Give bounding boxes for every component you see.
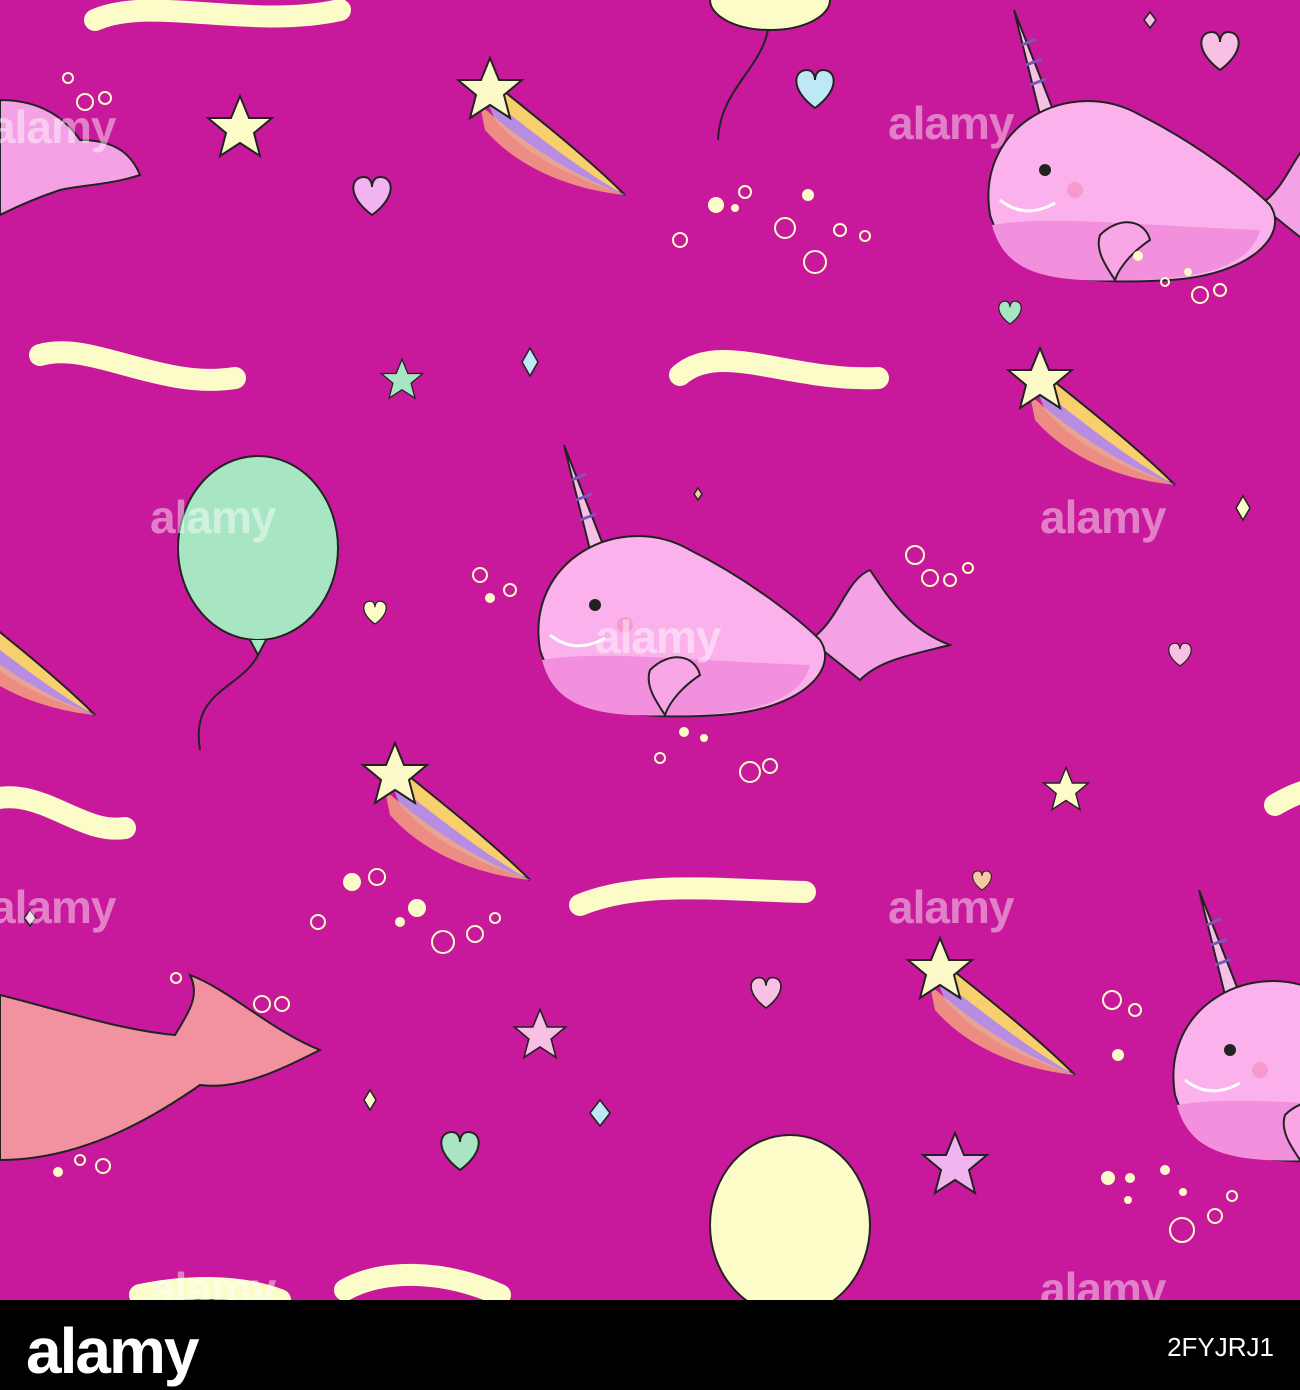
- stock-footer-bar: alamy 2FYJRJ1: [0, 1300, 1300, 1390]
- image-id: 2FYJRJ1: [1167, 1332, 1274, 1362]
- pattern-canvas: alamy alamy alamy alamy alamy alamy alam…: [0, 0, 1300, 1300]
- narwhal-pattern-illustration: [0, 0, 1300, 1300]
- brand-logo: alamy: [26, 1315, 199, 1387]
